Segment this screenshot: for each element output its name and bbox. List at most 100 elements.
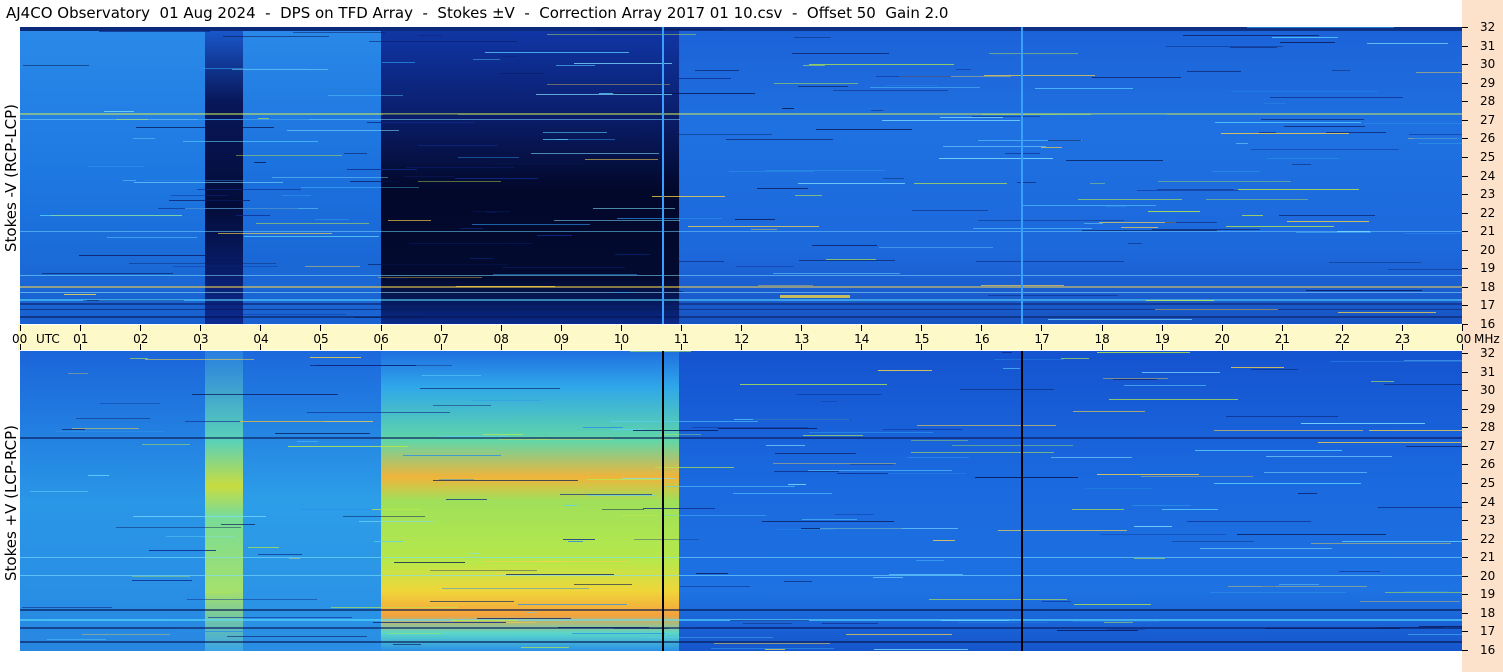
spectrogram-streak xyxy=(455,178,538,179)
spectrogram-streak xyxy=(564,505,577,506)
spectrogram-streak xyxy=(1152,229,1260,230)
spectrogram-streak xyxy=(1097,474,1199,475)
spectrogram-streak xyxy=(378,277,482,278)
spectrogram-streak xyxy=(456,286,555,287)
spectrogram-streak xyxy=(1134,558,1165,559)
frequency-tick-mark xyxy=(1462,631,1468,632)
spectrogram-streak xyxy=(1206,199,1308,200)
spectrogram-streak xyxy=(369,41,517,42)
spectrogram-streak xyxy=(809,64,954,65)
spectrogram-streak xyxy=(1166,46,1283,47)
spectrogram-streak xyxy=(661,515,766,516)
spectrogram-streak xyxy=(812,245,877,246)
spectrogram-streak xyxy=(272,177,388,178)
bottom-vertical-line-2 xyxy=(1021,351,1023,651)
spectrogram-streak xyxy=(914,183,1007,184)
frequency-tick-label: 28 xyxy=(1480,420,1496,434)
spectrogram-streak xyxy=(373,622,506,623)
spectrogram-streak xyxy=(331,607,458,608)
spectrogram-streak xyxy=(1408,634,1462,635)
frequency-tick-label: 24 xyxy=(1480,169,1496,183)
spectrogram-streak xyxy=(430,601,514,602)
top-vertical-line-2 xyxy=(1021,27,1023,324)
spectrogram-streak xyxy=(227,636,367,637)
spectrogram-streak xyxy=(775,453,856,454)
bottom-vertical-line-1 xyxy=(662,351,664,651)
spectrogram-streak xyxy=(1259,132,1276,133)
spectrogram-streak xyxy=(730,620,809,621)
frequency-tick-label: 27 xyxy=(1480,439,1496,453)
frequency-tick-mark xyxy=(1462,27,1468,28)
time-tick-mark xyxy=(440,344,442,350)
spectrogram-streak xyxy=(185,208,318,209)
spectrogram-streak xyxy=(585,159,658,160)
frequency-tick-mark xyxy=(1462,287,1468,288)
spectrogram-streak xyxy=(599,93,613,94)
spectrogram-streak xyxy=(822,623,878,624)
spectrogram-streak xyxy=(471,400,541,401)
time-tick-mark xyxy=(560,325,562,331)
spectrogram-streak xyxy=(1146,300,1214,301)
time-tick-mark xyxy=(320,325,322,331)
spectrogram-streak xyxy=(403,455,501,456)
frequency-tick-mark xyxy=(1462,101,1468,102)
spectrogram-streak xyxy=(437,436,509,437)
spectrogram-streak xyxy=(821,401,837,402)
spectrogram-streak xyxy=(972,116,1040,117)
time-tick-mark xyxy=(1462,325,1463,331)
spectrogram-streak xyxy=(846,634,952,635)
spectrogram-streak xyxy=(1214,483,1361,484)
spectrogram-streak xyxy=(142,444,190,445)
spectrogram-streak xyxy=(794,37,831,38)
spectrogram-streak xyxy=(486,212,497,213)
time-tick-mark xyxy=(861,344,863,350)
spectrogram-streak xyxy=(912,210,988,211)
spectrogram-streak xyxy=(409,243,532,244)
spectrogram-streak xyxy=(943,146,1046,147)
spectrogram-streak xyxy=(1385,592,1462,593)
time-tick-mark xyxy=(260,325,262,331)
spectrogram-streak xyxy=(1292,164,1311,165)
spectrogram-streak xyxy=(1157,189,1234,190)
spectrogram-streak xyxy=(1072,509,1124,510)
time-tick-mark xyxy=(741,325,742,331)
spectrogram-streak xyxy=(956,69,971,70)
spectrogram-streak xyxy=(612,429,645,430)
spectrogram-streak xyxy=(1210,592,1346,593)
spectrogram-streak xyxy=(802,519,857,520)
frequency-tick-label: 32 xyxy=(1480,20,1496,34)
frequency-tick-label: 29 xyxy=(1480,402,1496,416)
spectrogram-streak xyxy=(1298,493,1317,494)
spectrogram-streak xyxy=(547,34,696,35)
spectrogram-streak xyxy=(773,463,896,464)
spectrogram-streak xyxy=(1226,226,1334,227)
time-tick-mark xyxy=(981,344,983,350)
spectrogram-streak xyxy=(850,464,893,465)
spectrogram-streak xyxy=(572,633,665,634)
spectrogram-streak xyxy=(307,412,450,413)
spectrogram-streak xyxy=(531,153,659,154)
time-tick-mark xyxy=(1101,325,1103,331)
spectrogram-streak xyxy=(782,108,794,109)
frequency-tick-mark xyxy=(1462,83,1468,84)
spectrogram-streak xyxy=(563,539,595,540)
time-tick-mark xyxy=(680,325,682,331)
spectrogram-streak xyxy=(62,429,85,430)
spectrogram-streak xyxy=(458,157,519,158)
spectrogram-streak xyxy=(129,263,276,264)
bottom-spectrogram-image xyxy=(20,351,1462,651)
frequency-tick-label: 20 xyxy=(1480,243,1496,257)
spectrogram-streak xyxy=(911,440,968,441)
spectrogram-streak xyxy=(136,127,274,128)
spectrogram-streak xyxy=(1061,358,1089,359)
time-tick-mark xyxy=(620,344,622,350)
frequency-tick-mark xyxy=(1462,539,1468,540)
spectrogram-streak xyxy=(347,169,417,170)
time-tick-mark xyxy=(500,325,502,331)
spectrogram-streak xyxy=(1364,123,1462,124)
spectrogram-streak xyxy=(88,166,144,167)
spectrogram-streak xyxy=(1109,399,1238,400)
spectrogram-streak xyxy=(525,612,537,613)
spectrogram-streak xyxy=(383,114,458,115)
spectrogram-streak xyxy=(940,117,1003,118)
